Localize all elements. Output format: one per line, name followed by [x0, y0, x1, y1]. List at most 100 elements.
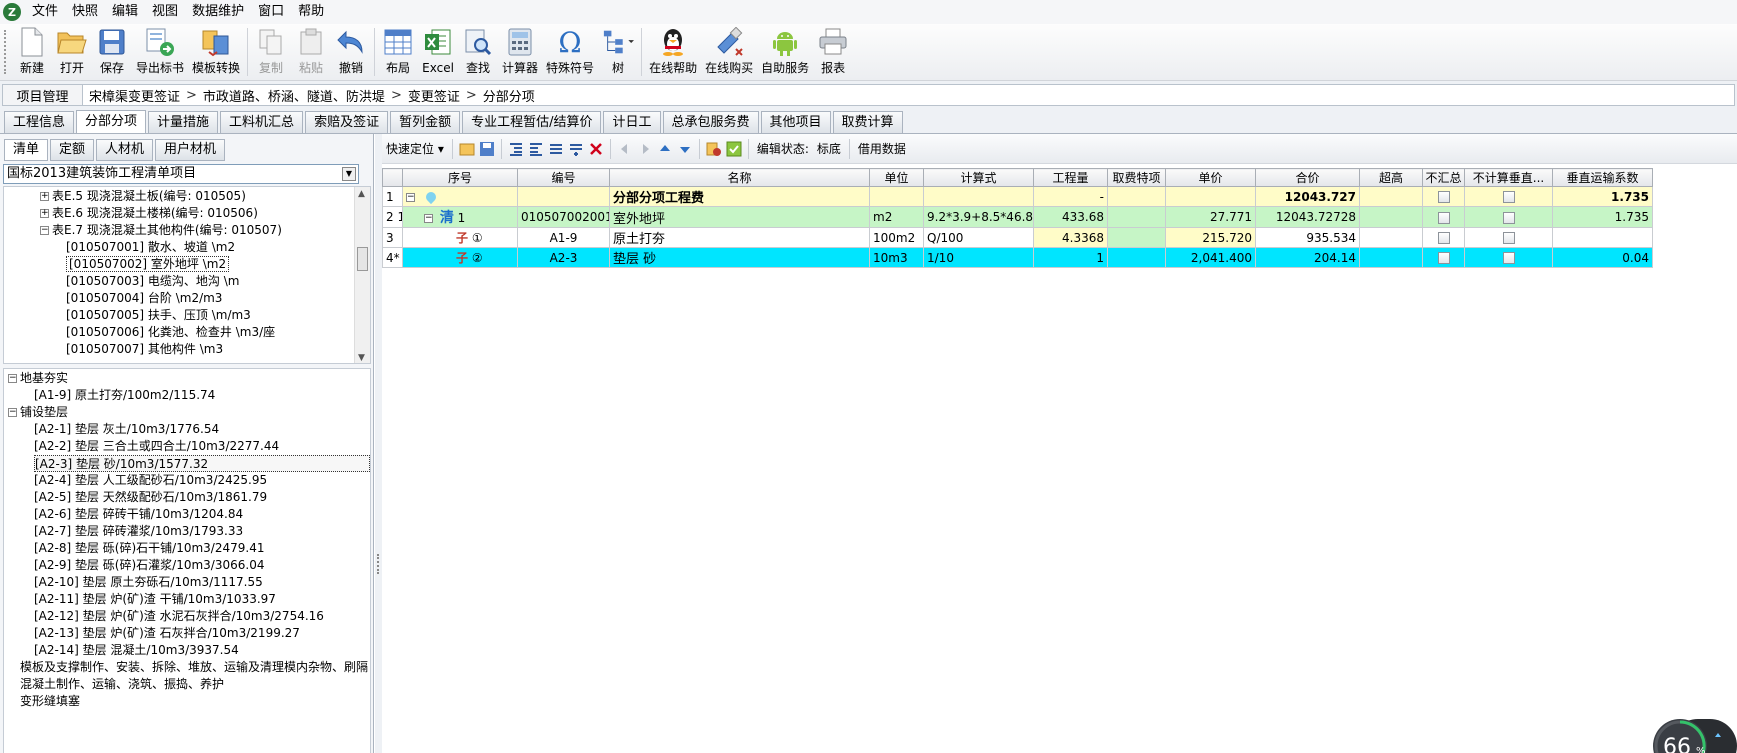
pane-splitter[interactable] — [375, 134, 382, 753]
quota-group-node[interactable]: 混凝土制作、运输、浇筑、振捣、养护 — [20, 676, 224, 693]
breadcrumb-item[interactable]: 市政道路、桥涵、隧道、防洪堤 — [197, 86, 391, 105]
expand-icon[interactable]: + — [40, 192, 49, 201]
quota-item-node[interactable]: [A2-4] 垫层 人工级配砂石/10m3/2425.95 — [34, 472, 267, 489]
vertical-coef-cell[interactable]: 1.735 — [1552, 186, 1653, 207]
new-button[interactable]: 新建 — [12, 24, 52, 76]
tree-group-node[interactable]: + 表E.5 现浇混凝土板(编号: 010505) — [40, 188, 246, 205]
unit-cell[interactable]: 100m2 — [869, 227, 924, 248]
formula-cell[interactable] — [923, 186, 1034, 207]
expand-icon[interactable]: + — [40, 209, 49, 218]
tab-sub-items[interactable]: 分部分项 — [76, 110, 147, 134]
toolbar-grip[interactable] — [4, 30, 10, 74]
tree-leaf-node[interactable]: [010507005] 扶手、压顶 \m/m3 — [66, 307, 251, 324]
no-vertical-cell[interactable] — [1464, 186, 1553, 207]
fee-item-cell[interactable] — [1107, 247, 1166, 268]
special-symbol-button[interactable]: Ω 特殊符号 — [542, 24, 598, 76]
tree-leaf-node[interactable]: [010507007] 其他构件 \m3 — [66, 341, 223, 358]
unit-price-cell[interactable]: 215.720 — [1165, 227, 1256, 248]
quantity-cell[interactable]: 1 — [1033, 247, 1108, 268]
name-cell[interactable]: 室外地坪 — [609, 206, 870, 228]
quota-item-node[interactable]: [A2-14] 垫层 混凝土/10m3/3937.54 — [34, 642, 239, 659]
table-row[interactable]: 2 1 − 清 1 010507002001 室外地坪 m2 9.2*3.9+8… — [382, 206, 1653, 228]
quota-item-node[interactable]: [A1-9] 原土打夯/100m2/115.74 — [34, 387, 215, 404]
unit-cell[interactable] — [869, 186, 924, 207]
library-select[interactable]: 国标2013建筑装饰工程清单项目 ▼ — [3, 164, 359, 184]
seq-cell[interactable]: − — [402, 186, 518, 207]
template-convert-button[interactable]: 模板转换 — [188, 24, 244, 76]
seq-cell[interactable]: 子 ② — [402, 247, 518, 268]
quota-item-node[interactable]: [A2-6] 垫层 碎砖干铺/10m3/1204.84 — [34, 506, 243, 523]
col-fee-item[interactable]: 取费特项 — [1107, 168, 1166, 187]
code-cell[interactable] — [517, 186, 610, 207]
no-summary-checkbox[interactable] — [1437, 191, 1450, 203]
insert-row-icon[interactable] — [548, 141, 564, 157]
bill-list-tree[interactable]: + 表E.5 现浇混凝土板(编号: 010505) + 表E.6 现浇混凝土楼梯(编号… — [3, 186, 371, 364]
quota-group-node[interactable]: 变形缝填塞 — [20, 693, 80, 710]
save-grid-icon[interactable] — [479, 141, 495, 157]
self-service-button[interactable]: 自助服务 — [757, 24, 813, 76]
col-unit-price[interactable]: 单价 — [1165, 168, 1256, 187]
tab-bill-list[interactable]: 清单 — [4, 139, 49, 161]
quantity-cell[interactable]: 4.3368 — [1033, 227, 1108, 248]
tab-other-items[interactable]: 其他项目 — [760, 111, 831, 133]
over-height-cell[interactable] — [1359, 227, 1423, 248]
tab-user-materials[interactable]: 用户材机 — [155, 139, 226, 161]
unit-cell[interactable]: 10m3 — [869, 247, 924, 268]
quota-item-node[interactable]: [A2-10] 垫层 原土夯砾石/10m3/1117.55 — [34, 574, 263, 591]
no-vertical-cell[interactable] — [1464, 206, 1553, 228]
name-cell[interactable]: 垫层 砂 — [609, 247, 870, 268]
insert-icon[interactable] — [459, 141, 475, 157]
col-name[interactable]: 名称 — [609, 168, 870, 187]
col-no-summary[interactable]: 不汇总 — [1422, 168, 1465, 187]
col-vertical-coef[interactable]: 垂直运输系数 — [1552, 168, 1653, 187]
no-vertical-cell[interactable] — [1464, 227, 1553, 248]
fee-item-cell[interactable] — [1107, 206, 1166, 228]
layout-button[interactable]: 布局 — [378, 24, 418, 76]
menu-view[interactable]: 视图 — [145, 0, 185, 24]
quota-item-node[interactable]: [A2-8] 垫层 砾(碎)石干铺/10m3/2479.41 — [34, 540, 264, 557]
quota-item-node[interactable]: [A2-3] 垫层 砂/10m3/1577.32 — [34, 455, 370, 472]
online-buy-button[interactable]: 在线购买 — [701, 24, 757, 76]
menu-data-maintenance[interactable]: 数据维护 — [185, 0, 251, 24]
table-row-selected[interactable]: 4* 子 ② A2-3 垫层 砂 10m3 1/10 1 2,041.400 2… — [382, 247, 1653, 268]
quota-group-node[interactable]: − 铺设垫层 — [8, 404, 68, 421]
fee-item-cell[interactable] — [1107, 227, 1166, 248]
replace-icon[interactable] — [706, 141, 722, 157]
tab-materials-summary[interactable]: 工料机汇总 — [220, 111, 304, 133]
quota-item-node[interactable]: [A2-5] 垫层 天然级配砂石/10m3/1861.79 — [34, 489, 267, 506]
arrow-down-icon[interactable] — [677, 141, 693, 157]
tree-leaf-node[interactable]: [010507002] 室外地坪 \m2 — [66, 256, 230, 273]
table-row[interactable]: 1 − 分部分项工程费 - 12043.727 1.735 — [382, 186, 1653, 207]
delete-icon[interactable] — [588, 141, 604, 157]
menu-window[interactable]: 窗口 — [251, 0, 291, 24]
tree-group-node[interactable]: + 表E.6 现浇混凝土楼梯(编号: 010506) — [40, 205, 258, 222]
menu-edit[interactable]: 编辑 — [105, 0, 145, 24]
save-button[interactable]: 保存 — [92, 24, 132, 76]
formula-cell[interactable]: 9.2*3.9+8.5*46.8 — [923, 206, 1034, 228]
name-cell[interactable]: 原土打夯 — [609, 227, 870, 248]
col-over-height[interactable]: 超高 — [1359, 168, 1423, 187]
indent-left-icon[interactable] — [508, 141, 524, 157]
export-bid-button[interactable]: 导出标书 — [132, 24, 188, 76]
quota-group-node[interactable]: − 地基夯实 — [8, 370, 68, 387]
tab-fee-calculation[interactable]: 取费计算 — [832, 111, 903, 133]
borrow-data-button[interactable]: 借用数据 — [854, 140, 910, 157]
no-summary-cell[interactable] — [1422, 186, 1465, 207]
sub-items-grid[interactable]: 序号 编号 名称 单位 计算式 工程量 取费特项 单价 合价 超高 不汇总 不计… — [382, 168, 1653, 268]
chevron-down-icon[interactable]: ▼ — [342, 167, 356, 181]
report-button[interactable]: 报表 — [813, 24, 853, 76]
menu-help[interactable]: 帮助 — [291, 0, 331, 24]
online-help-button[interactable]: 在线帮助 — [645, 24, 701, 76]
quota-tree[interactable]: − 地基夯实 [A1-9] 原土打夯/100m2/115.74− 铺设垫层 [A2-1]… — [3, 368, 371, 753]
quantity-cell[interactable]: 433.68 — [1033, 206, 1108, 228]
standard-icon[interactable] — [726, 141, 742, 157]
collapse-icon[interactable]: − — [8, 374, 17, 383]
quota-item-node[interactable]: [A2-1] 垫层 灰土/10m3/1776.54 — [34, 421, 219, 438]
no-vertical-cell[interactable] — [1464, 247, 1553, 268]
code-cell[interactable]: A1-9 — [517, 227, 610, 248]
collapse-icon[interactable]: − — [40, 226, 49, 235]
paste-button[interactable]: 粘贴 — [291, 24, 331, 76]
quota-item-node[interactable]: [A2-9] 垫层 砾(碎)石灌浆/10m3/3066.04 — [34, 557, 264, 574]
tab-labor-material-machine[interactable]: 人材机 — [96, 139, 154, 161]
quick-locate-dropdown[interactable]: 快速定位 ▾ — [382, 140, 448, 157]
